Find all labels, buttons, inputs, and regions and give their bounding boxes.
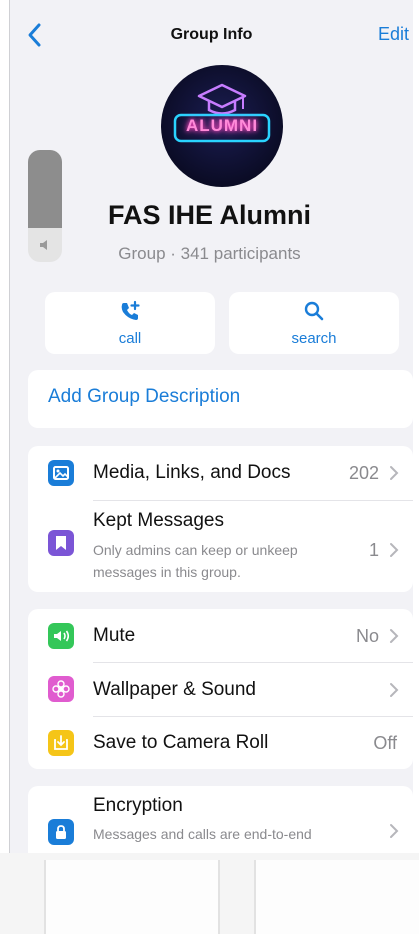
media-count: 202 bbox=[348, 463, 379, 483]
chevron-right-icon bbox=[390, 824, 399, 838]
kept-messages-subtitle: Only admins can keep or unkeep messages … bbox=[93, 542, 298, 580]
download-icon bbox=[48, 730, 74, 756]
search-label: search bbox=[291, 330, 337, 347]
group-subtitle: Group · 341 participants bbox=[118, 244, 301, 263]
call-label: call bbox=[118, 330, 142, 347]
background-panel bbox=[44, 860, 220, 934]
description-card: Add Group Description bbox=[28, 370, 413, 428]
lock-icon bbox=[48, 819, 74, 845]
encryption-subtitle: Messages and calls are end-to-end bbox=[93, 826, 312, 842]
kept-messages-row[interactable]: Kept Messages Only admins can keep or un… bbox=[28, 501, 413, 592]
mute-label: Mute bbox=[93, 625, 136, 646]
group-name: FAS IHE Alumni bbox=[107, 200, 311, 230]
kept-messages-label: Kept Messages bbox=[93, 510, 224, 531]
media-label: Media, Links, and Docs bbox=[93, 462, 291, 483]
media-links-docs-row[interactable]: Media, Links, and Docs 202 bbox=[28, 446, 413, 500]
chevron-right-icon bbox=[390, 466, 399, 480]
background-panel bbox=[254, 860, 419, 934]
camera-roll-label: Save to Camera Roll bbox=[93, 732, 269, 753]
phone-plus-icon bbox=[121, 300, 140, 320]
flower-icon bbox=[48, 676, 74, 702]
call-button[interactable]: call bbox=[45, 292, 215, 354]
encryption-row[interactable]: Encryption Messages and calls are end-to… bbox=[28, 786, 413, 853]
search-icon bbox=[304, 301, 324, 321]
chevron-right-icon bbox=[390, 629, 399, 643]
add-description-link[interactable]: Add Group Description bbox=[48, 386, 240, 408]
chevron-right-icon bbox=[390, 543, 399, 557]
chevron-right-icon bbox=[390, 683, 399, 697]
wallpaper-sound-row[interactable]: Wallpaper & Sound bbox=[28, 663, 413, 716]
page-title: Group Info bbox=[170, 26, 253, 43]
bookmark-icon bbox=[48, 530, 74, 556]
mute-value: No bbox=[355, 626, 379, 646]
kept-messages-count: 1 bbox=[368, 540, 379, 560]
settings-section: Mute No Wallpaper & Sound Save to Camera… bbox=[28, 609, 413, 769]
wallpaper-label: Wallpaper & Sound bbox=[93, 679, 257, 700]
camera-roll-value: Off bbox=[373, 733, 397, 753]
search-button[interactable]: search bbox=[229, 292, 399, 354]
group-avatar[interactable]: ALUMNI bbox=[161, 65, 283, 187]
save-camera-roll-row[interactable]: Save to Camera Roll Off bbox=[28, 717, 413, 769]
encryption-label: Encryption bbox=[93, 795, 183, 816]
edit-button[interactable]: Edit bbox=[378, 24, 409, 45]
speaker-icon bbox=[48, 623, 74, 649]
mute-row[interactable]: Mute No bbox=[28, 609, 413, 662]
avatar-neon-text: ALUMNI bbox=[185, 116, 259, 135]
privacy-section: Encryption Messages and calls are end-to… bbox=[28, 786, 413, 853]
media-section: Media, Links, and Docs 202 Kept Messages… bbox=[28, 446, 413, 592]
media-icon bbox=[48, 460, 74, 486]
